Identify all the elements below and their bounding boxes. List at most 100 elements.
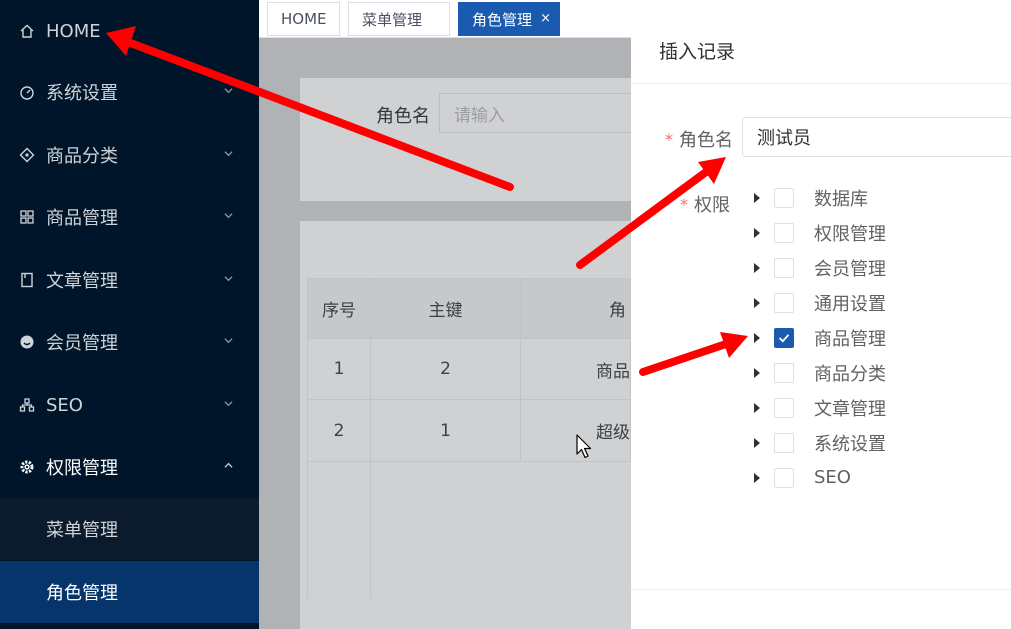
sidebar-item-system-settings[interactable]: 系统设置	[0, 61, 259, 123]
sidebar-item-label: SEO	[46, 394, 83, 416]
sidebar-item-label: 系统设置	[46, 83, 118, 104]
table-cell: 1	[308, 339, 371, 400]
checkbox[interactable]	[774, 397, 794, 418]
tree-node-label: 商品分类	[814, 363, 886, 385]
close-icon[interactable]: ×	[540, 11, 551, 26]
checkbox[interactable]	[774, 222, 794, 243]
tree-node-article[interactable]: 文章管理	[748, 390, 1008, 425]
tree-node-label: 会员管理	[814, 258, 886, 280]
sidebar-item-seo[interactable]: SEO	[0, 374, 259, 436]
tab-label: 角色管理	[472, 10, 533, 29]
table-cell: 2	[308, 400, 371, 462]
member-icon	[18, 333, 36, 351]
tree-node-seo[interactable]: SEO	[748, 460, 1008, 495]
expand-icon[interactable]	[754, 437, 760, 448]
expand-icon[interactable]	[754, 332, 760, 343]
chevron-down-icon	[224, 338, 233, 344]
sidebar-item-label: 会员管理	[46, 333, 118, 354]
checkbox[interactable]	[774, 187, 794, 208]
tree-node-label: 商品管理	[814, 328, 886, 350]
expand-icon[interactable]	[754, 192, 760, 203]
table-cell: 商品	[521, 339, 631, 400]
checkbox[interactable]	[774, 467, 794, 488]
check-icon	[778, 333, 790, 342]
search-input[interactable]: 请输入	[439, 93, 639, 133]
tree-node-database[interactable]: 数据库	[748, 180, 1008, 215]
tree-node-general-settings[interactable]: 通用设置	[748, 285, 1008, 320]
required-mark: *	[680, 194, 688, 214]
tree-node-permission[interactable]: 权限管理	[748, 215, 1008, 250]
tab-home[interactable]: HOME	[267, 2, 340, 36]
sidebar-item-member-management[interactable]: 会员管理	[0, 311, 259, 373]
tree-node-label: 权限管理	[814, 223, 886, 245]
sidebar-item-permission-management[interactable]: 权限管理	[0, 436, 259, 498]
document-icon	[18, 271, 36, 289]
expand-icon[interactable]	[754, 402, 760, 413]
expand-icon[interactable]	[754, 262, 760, 273]
role-name-label-text: 角色名	[679, 130, 733, 151]
insert-record-dialog: 插入记录 * 角色名 测试员 * 权限 数据库 权限管理 会员管理 通用设置 商…	[631, 13, 1011, 629]
mouse-cursor-icon	[576, 434, 592, 459]
sidebar-item-label: HOME	[46, 20, 101, 42]
tree-node-member[interactable]: 会员管理	[748, 250, 1008, 285]
tab-label: 菜单管理	[362, 10, 423, 29]
dialog-title: 插入记录	[659, 41, 736, 63]
search-placeholder: 请输入	[454, 105, 505, 126]
table-header-index: 序号	[308, 279, 371, 339]
permission-label: * 权限	[680, 191, 730, 217]
checkbox[interactable]	[774, 362, 794, 383]
tree-node-label: 文章管理	[814, 398, 886, 420]
sidebar-item-label: 权限管理	[46, 458, 118, 479]
tab-label: HOME	[281, 10, 327, 28]
tree-node-label: 系统设置	[814, 433, 886, 455]
chevron-down-icon	[224, 213, 233, 219]
tab-menu-management[interactable]: 菜单管理	[348, 2, 450, 36]
tree-node-product-management[interactable]: 商品管理	[748, 320, 1008, 355]
sidebar-item-product-management[interactable]: 商品管理	[0, 186, 259, 248]
table-header-role: 角	[521, 279, 631, 339]
sidebar-item-article-management[interactable]: 文章管理	[0, 249, 259, 311]
tree-node-label: 通用设置	[814, 293, 886, 315]
submenu-item-menu-management[interactable]: 菜单管理	[0, 498, 259, 560]
dialog-footer-divider	[631, 589, 1011, 590]
category-icon	[18, 146, 36, 164]
tree-node-label: SEO	[814, 467, 851, 488]
table-empty	[308, 462, 371, 598]
role-name-value: 测试员	[757, 128, 811, 149]
checkbox[interactable]	[774, 292, 794, 313]
checkbox[interactable]	[774, 432, 794, 453]
sitemap-icon	[18, 396, 36, 414]
sidebar-item-home[interactable]: HOME	[0, 0, 259, 62]
role-name-label: * 角色名	[665, 126, 733, 152]
expand-icon[interactable]	[754, 227, 760, 238]
tree-node-system-settings[interactable]: 系统设置	[748, 425, 1008, 460]
sidebar: HOME 系统设置 商品分类 商品管理 文章管理 会员管理 SEO 权限管理 菜…	[0, 0, 259, 629]
gear-icon	[18, 458, 36, 476]
expand-icon[interactable]	[754, 367, 760, 378]
table-cell: 1	[371, 400, 521, 462]
grid-icon	[18, 208, 36, 226]
checkbox[interactable]	[774, 257, 794, 278]
tree-node-product-category[interactable]: 商品分类	[748, 355, 1008, 390]
dialog-divider	[631, 83, 1011, 84]
submenu-item-role-management[interactable]: 角色管理	[0, 561, 259, 623]
chevron-down-icon	[224, 401, 233, 407]
dashboard-icon	[18, 83, 36, 101]
sidebar-item-label: 商品分类	[46, 146, 118, 167]
expand-icon[interactable]	[754, 297, 760, 308]
role-name-input[interactable]: 测试员	[742, 117, 1011, 157]
sidebar-item-label: 文章管理	[46, 271, 118, 292]
chevron-down-icon	[224, 151, 233, 157]
search-label: 角色名	[376, 106, 430, 127]
table-header-id: 主键	[371, 279, 521, 339]
permission-label-text: 权限	[694, 195, 730, 216]
sidebar-item-product-category[interactable]: 商品分类	[0, 124, 259, 186]
sidebar-item-label: 商品管理	[46, 208, 118, 229]
expand-icon[interactable]	[754, 472, 760, 483]
chevron-down-icon	[224, 88, 233, 94]
tab-role-management[interactable]: 角色管理 ×	[458, 2, 560, 36]
table-cell: 2	[371, 339, 521, 400]
required-mark: *	[665, 129, 673, 149]
checkbox-checked[interactable]	[774, 327, 794, 348]
chevron-up-icon	[224, 462, 233, 468]
